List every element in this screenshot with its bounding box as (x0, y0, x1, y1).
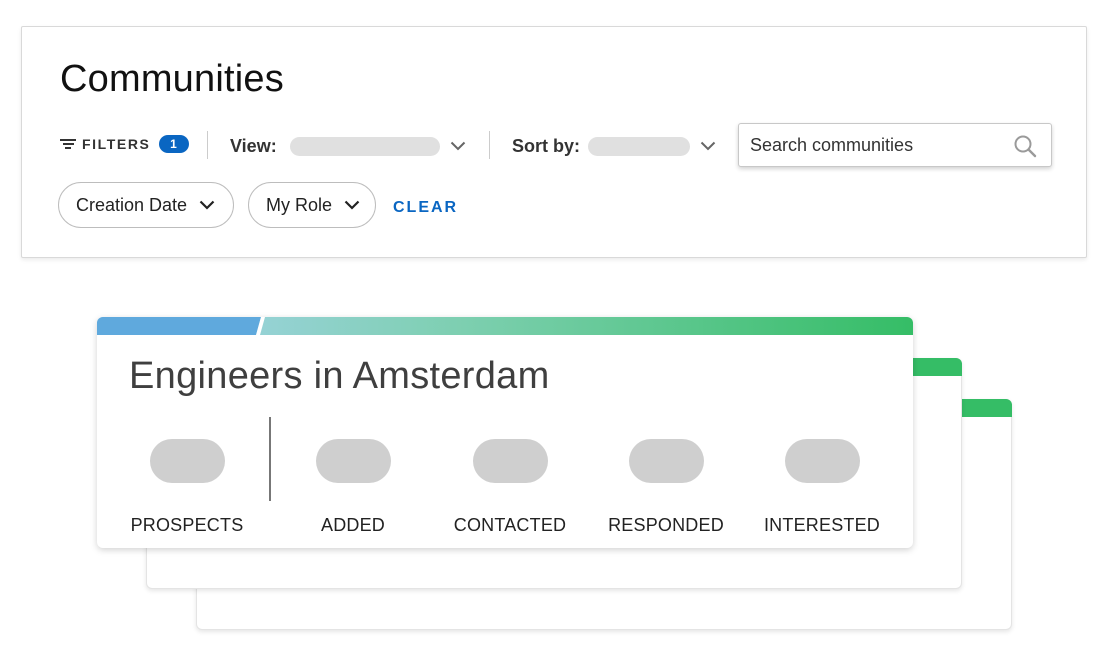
chevron-down-icon[interactable] (450, 141, 466, 151)
stat-value-placeholder (315, 439, 391, 483)
filters-count-badge: 1 (158, 135, 189, 153)
chevron-down-icon[interactable] (700, 141, 716, 151)
stat-responded: RESPONDED (586, 439, 746, 536)
card-header-bar (97, 317, 913, 335)
page-title: Communities (60, 58, 284, 100)
stat-contacted: CONTACTED (430, 439, 590, 536)
stat-value-placeholder (628, 439, 704, 483)
chevron-down-icon (199, 200, 215, 210)
filters-label: FILTERS (82, 136, 151, 152)
search-icon[interactable] (1013, 134, 1037, 158)
stat-value-placeholder (472, 439, 548, 483)
community-card[interactable]: Engineers in Amsterdam PROSPECTS ADDED C… (97, 317, 913, 548)
stat-divider (269, 417, 271, 501)
view-select-value[interactable] (290, 137, 440, 156)
stat-added: ADDED (273, 439, 433, 536)
chip-my-role[interactable]: My Role (248, 182, 376, 228)
stat-label: INTERESTED (763, 515, 880, 535)
sort-label: Sort by: (512, 136, 581, 156)
stat-label: ADDED (320, 515, 385, 535)
stat-value-placeholder (149, 439, 225, 483)
search-input[interactable] (750, 135, 1000, 156)
chip-label: Creation Date (76, 194, 188, 215)
chip-label: My Role (266, 194, 333, 215)
stat-label: RESPONDED (608, 515, 724, 535)
stat-value-placeholder (784, 439, 860, 483)
stat-label: PROSPECTS (130, 515, 244, 535)
filter-lines-icon (60, 138, 76, 150)
stat-interested: INTERESTED (742, 439, 902, 536)
communities-panel: Communities FILTERS 1 View: Sort by: Cre… (21, 26, 1087, 258)
clear-filters-button[interactable]: CLEAR (393, 199, 458, 217)
chip-creation-date[interactable]: Creation Date (58, 182, 234, 228)
stat-label: CONTACTED (453, 515, 567, 535)
toolbar-divider (489, 131, 490, 159)
stat-prospects: PROSPECTS (107, 439, 267, 536)
filters-toggle[interactable]: FILTERS 1 (60, 135, 189, 153)
search-box[interactable] (738, 123, 1052, 167)
view-label: View: (230, 136, 277, 156)
sort-select-value[interactable] (588, 137, 690, 156)
chevron-down-icon (344, 200, 360, 210)
toolbar-divider (207, 131, 208, 159)
community-title: Engineers in Amsterdam (129, 355, 550, 397)
